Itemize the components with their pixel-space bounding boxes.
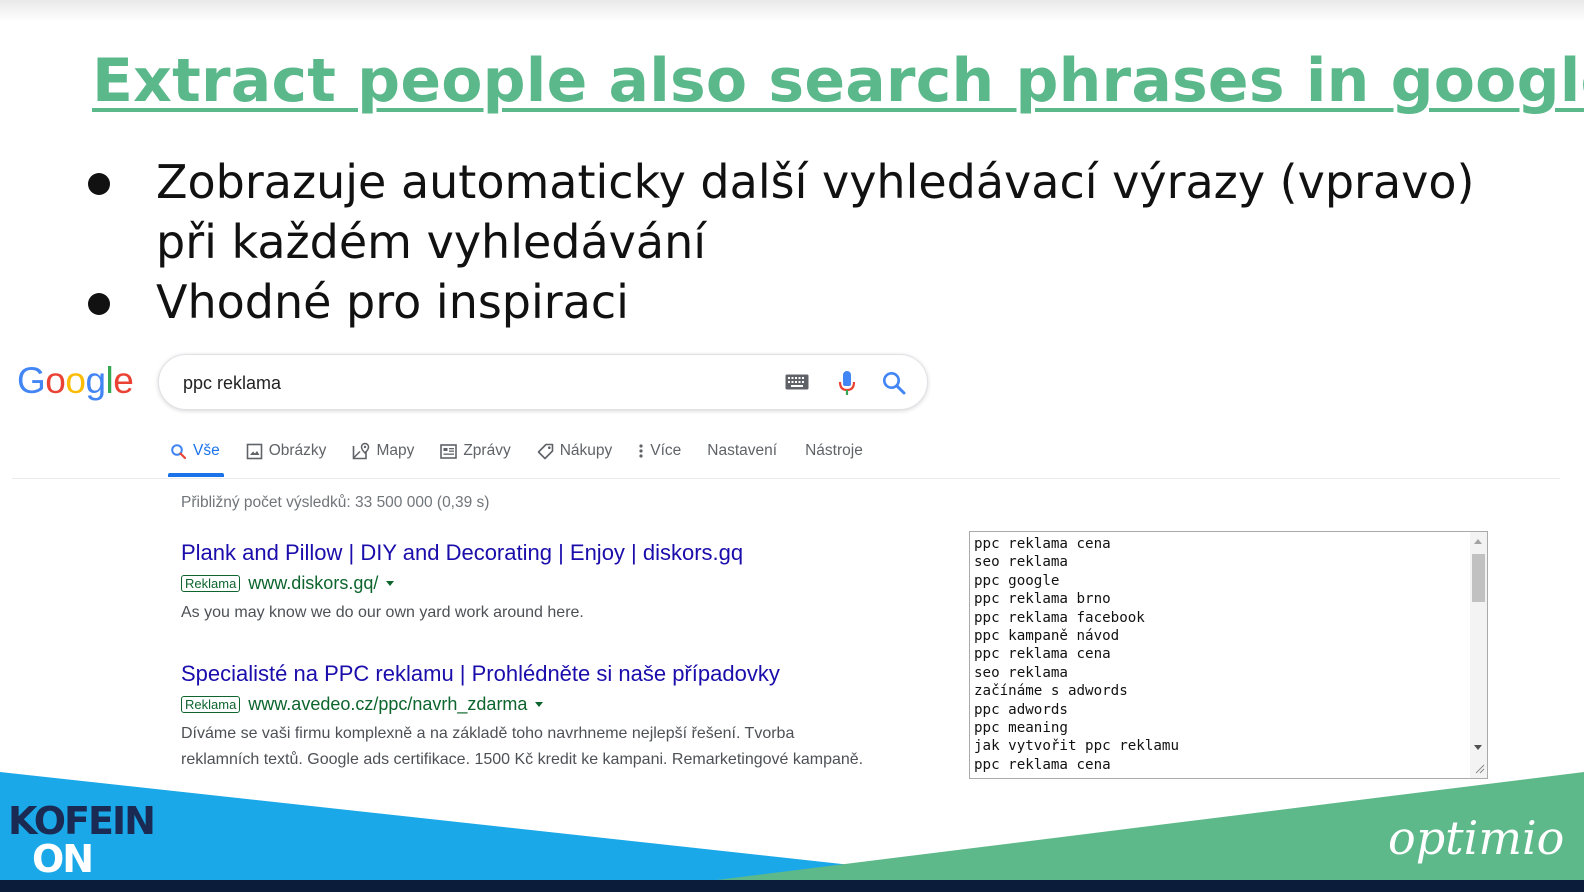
bullet-dot	[88, 293, 110, 315]
ad-result: Plank and Pillow | DIY and Decorating | …	[181, 540, 921, 626]
tab-label: Nastavení	[707, 442, 778, 459]
ad-title-link[interactable]: Plank and Pillow | DIY and Decorating | …	[181, 540, 921, 566]
keyboard-icon[interactable]	[785, 374, 809, 390]
bullet-dot	[88, 173, 110, 195]
keyword-item: seo reklama	[974, 554, 1068, 571]
tab-label: Nákupy	[559, 442, 613, 459]
ad-url: www.avedeo.cz/ppc/navrh_zdarma	[248, 694, 528, 714]
resize-handle-icon[interactable]	[1473, 762, 1485, 774]
ad-badge: Reklama	[181, 696, 241, 713]
tabs-divider	[12, 478, 1560, 479]
keyword-item: jak vytvořit ppc reklamu	[974, 738, 1179, 755]
keyword-textarea[interactable]: ppc reklama cena seo reklama ppc google ppc…	[969, 531, 1488, 779]
chevron-down-icon[interactable]	[535, 702, 544, 707]
scroll-up-icon[interactable]	[1474, 539, 1482, 544]
tab-shopping[interactable]: Nákupy	[537, 436, 613, 466]
tab-label: Zprávy	[463, 442, 511, 459]
keyword-item: ppc adwords	[974, 701, 1068, 718]
map-icon	[353, 442, 370, 460]
tab-label: Mapy	[376, 442, 415, 459]
tab-images[interactable]: Obrázky	[246, 436, 327, 466]
logo-text: ON	[32, 837, 92, 874]
keyword-item: ppc meaning	[974, 720, 1068, 737]
kofein-on-logo: KOFEIN ON	[8, 800, 156, 874]
keyword-list: ppc reklama cena seo reklama ppc google ppc…	[974, 535, 1179, 774]
ad-description: reklamních textů. Google ads certifikace…	[181, 751, 864, 768]
search-box	[158, 354, 928, 410]
keyword-item: ppc reklama cena	[974, 756, 1111, 773]
ad-description: Díváme se vaši firmu komplexně a na zákl…	[181, 725, 795, 742]
tab-all[interactable]: Vše	[168, 436, 224, 477]
logo-text: optimio	[1388, 811, 1564, 865]
keyword-item: ppc reklama facebook	[974, 609, 1145, 626]
search-tabs: Vše Obrázky Mapy Zprávy Nákupy Více Nast…	[168, 436, 891, 477]
ad-badge: Reklama	[181, 575, 241, 592]
ad-url-row: Reklama www.diskors.gq/	[181, 573, 921, 594]
ad-description: As you may know we do our own yard work …	[181, 604, 584, 621]
keyword-item: seo reklama	[974, 664, 1068, 681]
bullet-text: Zobrazuje automaticky další vyhledávací …	[156, 155, 1475, 269]
news-icon	[440, 443, 458, 459]
keyword-item: ppc reklama cena	[974, 646, 1111, 663]
keyword-item: ppc reklama cena	[974, 536, 1111, 552]
ad-title-link[interactable]: Specialisté na PPC reklamu | Prohlédněte…	[181, 661, 921, 687]
tab-label: Obrázky	[268, 442, 327, 459]
tab-maps[interactable]: Mapy	[352, 436, 414, 466]
keyword-item: ppc kampaně návod	[974, 628, 1120, 645]
tab-settings[interactable]: Nastavení	[707, 436, 777, 466]
slide-title: Extract people also search phrases in go…	[92, 46, 1584, 116]
google-logo[interactable]: Google	[17, 360, 134, 402]
result-stats: Přibližný počet výsledků: 33 500 000 (0,…	[181, 494, 490, 511]
top-shade	[0, 0, 1584, 22]
logo-letter: G	[17, 360, 46, 401]
keyword-item: začínáme s adwords	[974, 683, 1128, 700]
logo-letter: o	[65, 360, 86, 401]
optimio-logo: optimio	[1388, 811, 1564, 865]
logo-letter: g	[85, 360, 106, 401]
tab-label: Více	[650, 442, 682, 459]
chevron-down-icon[interactable]	[386, 581, 395, 586]
logo-letter: o	[45, 360, 66, 401]
tab-label: Vše	[193, 442, 220, 459]
ad-url: www.diskors.gq/	[248, 573, 379, 593]
scroll-thumb[interactable]	[1472, 554, 1485, 602]
keyword-item: ppc reklama brno	[974, 591, 1111, 608]
ad-url-row: Reklama www.avedeo.cz/ppc/navrh_zdarma	[181, 694, 921, 715]
search-icon	[171, 443, 187, 459]
more-vertical-icon	[639, 444, 643, 458]
tag-icon	[537, 443, 554, 459]
tab-label: Nástroje	[805, 442, 863, 459]
bullet-text: Vhodné pro inspiraci	[156, 275, 629, 329]
keyword-item: ppc google	[974, 572, 1060, 589]
bullet-item: Zobrazuje automaticky další vyhledávací …	[88, 152, 1508, 272]
tab-tools[interactable]: Nástroje	[805, 436, 863, 466]
image-icon	[246, 443, 263, 459]
bullet-list: Zobrazuje automaticky další vyhledávací …	[88, 152, 1508, 332]
scrollbar[interactable]	[1470, 532, 1487, 778]
search-input[interactable]	[183, 369, 743, 397]
logo-letter: e	[113, 360, 134, 401]
scroll-down-icon[interactable]	[1474, 745, 1482, 750]
search-icon[interactable]	[881, 370, 907, 396]
microphone-icon[interactable]	[835, 369, 859, 397]
tab-more[interactable]: Více	[638, 436, 681, 466]
ad-result: Specialisté na PPC reklamu | Prohlédněte…	[181, 661, 921, 773]
tab-news[interactable]: Zprávy	[440, 436, 511, 466]
bullet-item: Vhodné pro inspiraci	[88, 272, 1508, 332]
